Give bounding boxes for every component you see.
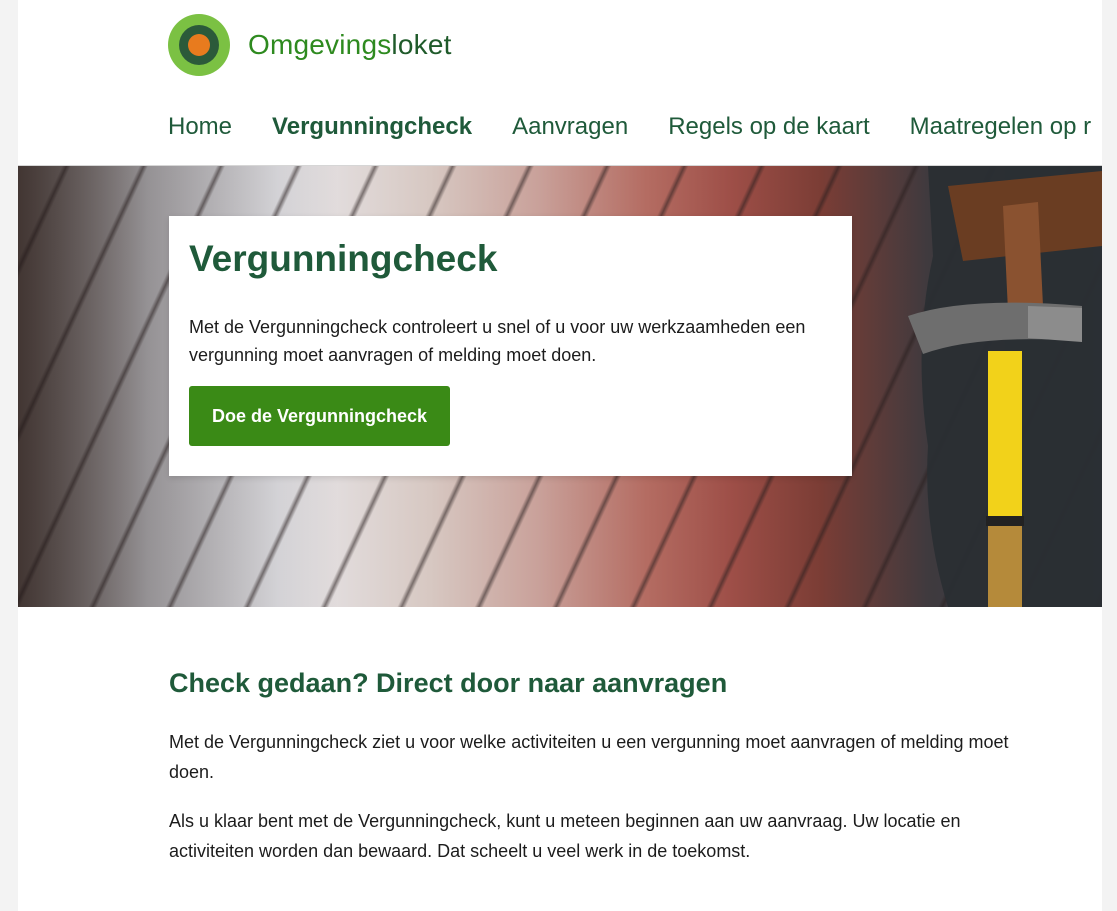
omgevingsloket-logo-icon: [168, 14, 230, 76]
section-title: Check gedaan? Direct door naar aanvragen: [169, 668, 728, 698]
page: Omgevingsloket Home Vergunningcheck Aanv…: [18, 0, 1102, 911]
start-vergunningcheck-button[interactable]: Doe de Vergunningcheck: [189, 386, 450, 446]
hero-banner: Vergunningcheck Met de Vergunningcheck c…: [18, 166, 1102, 607]
section-paragraph-1: Met de Vergunningcheck ziet u voor welke…: [169, 732, 1009, 782]
site-logo[interactable]: Omgevingsloket: [168, 14, 452, 76]
site-name-bold: Omgevings: [248, 29, 392, 60]
hero-card: Vergunningcheck Met de Vergunningcheck c…: [169, 216, 852, 476]
hero-title: Vergunningcheck: [189, 238, 498, 279]
hero-description: Met de Vergunningcheck controleert u sne…: [189, 317, 806, 365]
nav-item-aanvragen[interactable]: Aanvragen: [512, 104, 628, 165]
site-name-light: loket: [391, 29, 452, 60]
nav-item-maatregelen[interactable]: Maatregelen op r: [910, 104, 1091, 165]
nav-item-vergunningcheck[interactable]: Vergunningcheck: [272, 104, 473, 180]
nav-item-regels-op-de-kaart[interactable]: Regels op de kaart: [668, 104, 869, 165]
main-navigation: Home Vergunningcheck Aanvragen Regels op…: [168, 104, 1102, 180]
site-name: Omgevingsloket: [248, 29, 452, 61]
nav-item-home[interactable]: Home: [168, 104, 232, 165]
site-header: Omgevingsloket Home Vergunningcheck Aanv…: [18, 0, 1102, 180]
section-paragraph-2: Als u klaar bent met de Vergunningcheck,…: [169, 811, 961, 861]
